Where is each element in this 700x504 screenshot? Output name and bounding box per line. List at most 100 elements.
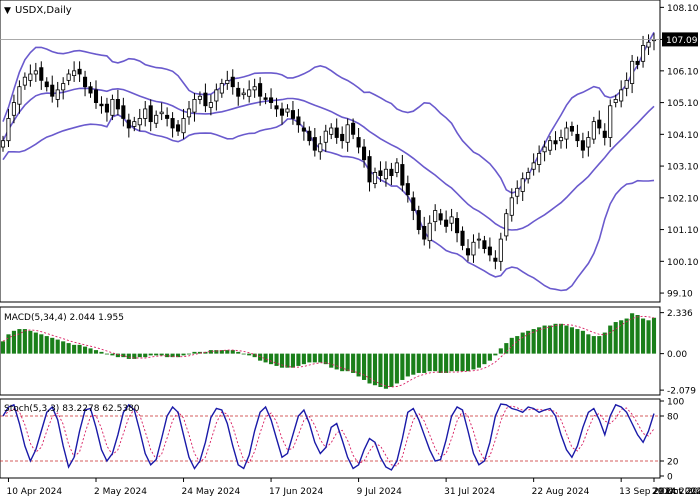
macd-bar	[504, 343, 509, 354]
stoch-signal-value: 62.5380	[102, 404, 139, 414]
macd-bar	[433, 353, 438, 372]
macd-bar	[558, 323, 564, 354]
macd-bar	[137, 353, 142, 358]
candle-body	[515, 187, 520, 197]
macd-bar	[192, 351, 197, 354]
macd-bar	[487, 353, 492, 361]
macd-bar	[438, 353, 443, 373]
macd-bar	[66, 343, 71, 354]
candle-body	[104, 103, 109, 113]
macd-signal-value: 1.955	[98, 313, 124, 323]
macd-bar	[0, 341, 6, 354]
candle-body	[137, 118, 142, 126]
candle-body	[323, 130, 328, 143]
candle-body	[307, 130, 312, 142]
candle-body	[400, 164, 405, 186]
candle-body	[602, 130, 607, 138]
macd-bar	[624, 318, 629, 354]
candle-body	[165, 114, 170, 119]
candle-body	[345, 124, 350, 143]
chart-window: 108.10 107.09 106.10 105.10 104.10 103.10 102.…	[0, 0, 700, 500]
candle-body	[586, 137, 591, 148]
candle-body	[93, 89, 99, 103]
macd-bar	[83, 346, 88, 354]
macd-bar	[159, 353, 164, 356]
macd-bar	[471, 353, 476, 370]
macd-bar	[329, 353, 334, 368]
price-tick-label: 103.10	[667, 163, 699, 173]
candle-body	[77, 68, 82, 75]
macd-bar	[422, 353, 427, 373]
macd-bar	[378, 353, 383, 387]
macd-bar	[613, 322, 618, 354]
candle-body	[186, 108, 192, 118]
time-tick-label: 10 Apr 2024	[6, 487, 62, 497]
candle-body	[50, 84, 55, 97]
macd-main-value: 2.044	[70, 313, 96, 323]
macd-bar	[181, 353, 186, 356]
candle-body	[208, 102, 213, 108]
candle-body	[214, 89, 219, 102]
time-tick-label: 17 Jun 2024	[269, 487, 323, 497]
macd-bar	[597, 336, 602, 354]
candle-body	[115, 99, 120, 110]
macd-bar	[526, 330, 531, 354]
macd-bar	[77, 344, 82, 354]
macd-bar	[307, 353, 312, 363]
macd-bar	[383, 353, 388, 389]
macd-bar	[296, 353, 301, 366]
candle-body	[553, 140, 558, 145]
candle-body	[159, 111, 164, 115]
candle-body	[154, 114, 159, 124]
macd-bar	[542, 325, 547, 354]
candle-body	[641, 45, 646, 62]
macd-tick-label: -2.079	[667, 387, 696, 397]
macd-bar	[455, 353, 460, 372]
time-tick-label: 31 Jul 2024	[444, 487, 495, 497]
macd-bar	[460, 353, 465, 372]
time-tick-label: 9 Jul 2024	[357, 487, 402, 497]
candle-body	[258, 83, 263, 97]
macd-bar	[247, 353, 252, 356]
macd-label: MACD(5,34,4)	[4, 313, 67, 323]
candle-body	[427, 222, 432, 242]
candle-body	[28, 73, 33, 81]
macd-bar	[301, 353, 306, 365]
candle-body	[411, 197, 416, 211]
candle-body	[225, 79, 230, 84]
candle-body	[143, 108, 148, 119]
macd-bar	[318, 353, 323, 363]
macd-bar	[55, 339, 60, 354]
candle-body	[493, 257, 498, 262]
price-panel	[0, 0, 661, 303]
candle-body	[285, 108, 290, 113]
candle-body	[613, 99, 618, 103]
candle-body	[72, 70, 77, 77]
macd-bar	[569, 327, 574, 354]
candle-body	[269, 97, 274, 103]
candle-body	[334, 127, 339, 138]
chart-svg: 108.10 107.09 106.10 105.10 104.10 103.10 102.…	[0, 0, 700, 497]
candle-body	[372, 172, 378, 184]
macd-bar	[126, 353, 131, 359]
macd-bar	[619, 320, 624, 354]
price-tick-label: 104.10	[667, 131, 699, 141]
candle-body	[39, 67, 44, 81]
candle-body	[575, 133, 580, 142]
price-tick-label: 102.10	[667, 194, 699, 204]
candle-body	[110, 99, 115, 116]
macd-bar	[444, 353, 449, 373]
price-tick-label: 99.10	[667, 290, 693, 300]
macd-bar	[44, 336, 49, 354]
candle-body	[548, 140, 553, 151]
macd-bar	[279, 353, 285, 368]
stoch-legend: Stoch(5,3,3) 83.2278 62.5380	[4, 404, 140, 414]
macd-bar	[416, 353, 421, 373]
price-tick-label: 106.10	[667, 67, 699, 77]
macd-bar	[104, 353, 109, 355]
macd-bar	[236, 351, 241, 354]
candle	[504, 208, 509, 241]
symbol-triangle-icon[interactable]: ▼	[4, 6, 11, 16]
macd-bar	[22, 329, 27, 354]
macd-bar	[465, 353, 471, 372]
